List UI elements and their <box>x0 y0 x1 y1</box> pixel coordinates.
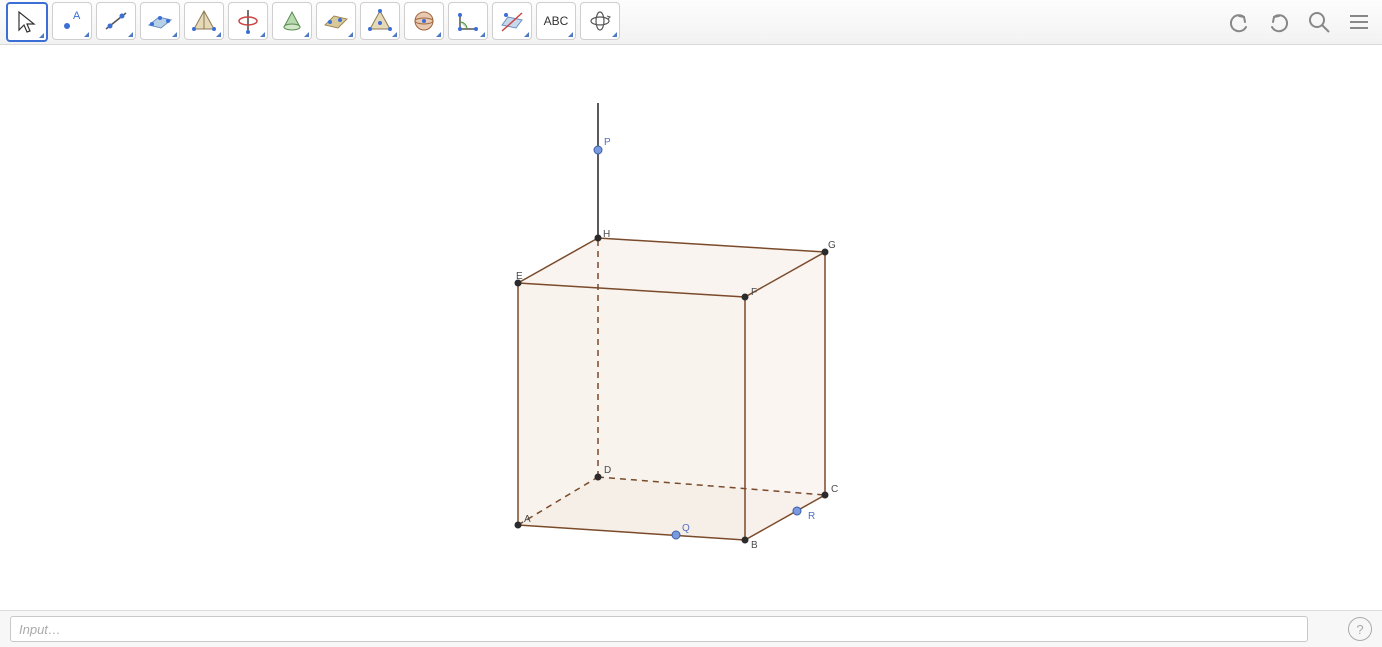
main-toolbar: A <box>0 0 1382 45</box>
svg-text:B: B <box>751 540 758 551</box>
toolbar-right <box>1222 5 1376 39</box>
svg-text:F: F <box>751 287 757 298</box>
svg-text:E: E <box>516 271 523 282</box>
tool-point[interactable]: A <box>52 2 92 40</box>
tool-cone-net[interactable] <box>272 2 312 40</box>
graphics-view-3d[interactable]: A B C D E F G H P Q R <box>0 45 1382 612</box>
svg-text:Q: Q <box>682 523 690 534</box>
tool-plane-3points[interactable] <box>140 2 180 40</box>
tool-text[interactable]: ABC <box>536 2 576 40</box>
tool-line[interactable] <box>96 2 136 40</box>
svg-text:H: H <box>603 229 610 240</box>
tool-angle[interactable] <box>448 2 488 40</box>
svg-text:A: A <box>524 514 531 525</box>
tool-rotate-about-line[interactable] <box>228 2 268 40</box>
svg-text:C: C <box>831 484 838 495</box>
redo-button[interactable] <box>1262 5 1296 39</box>
tool-move[interactable] <box>6 2 48 42</box>
svg-text:D: D <box>604 465 611 476</box>
tool-group: A <box>6 2 620 42</box>
tool-pyramid[interactable] <box>184 2 224 40</box>
tool-text-label: ABC <box>544 14 569 28</box>
svg-text:A: A <box>73 10 81 22</box>
menu-button[interactable] <box>1342 5 1376 39</box>
svg-text:R: R <box>808 511 815 522</box>
input-bar: ? <box>0 610 1382 647</box>
tool-plane[interactable] <box>316 2 356 40</box>
algebra-input[interactable] <box>10 616 1308 642</box>
tool-net[interactable] <box>360 2 400 40</box>
tool-rotate-view[interactable] <box>580 2 620 40</box>
search-button[interactable] <box>1302 5 1336 39</box>
undo-button[interactable] <box>1222 5 1256 39</box>
svg-text:P: P <box>604 137 611 148</box>
help-button[interactable]: ? <box>1348 617 1372 641</box>
tool-sphere[interactable] <box>404 2 444 40</box>
svg-text:G: G <box>828 240 836 251</box>
tool-reflect[interactable] <box>492 2 532 40</box>
